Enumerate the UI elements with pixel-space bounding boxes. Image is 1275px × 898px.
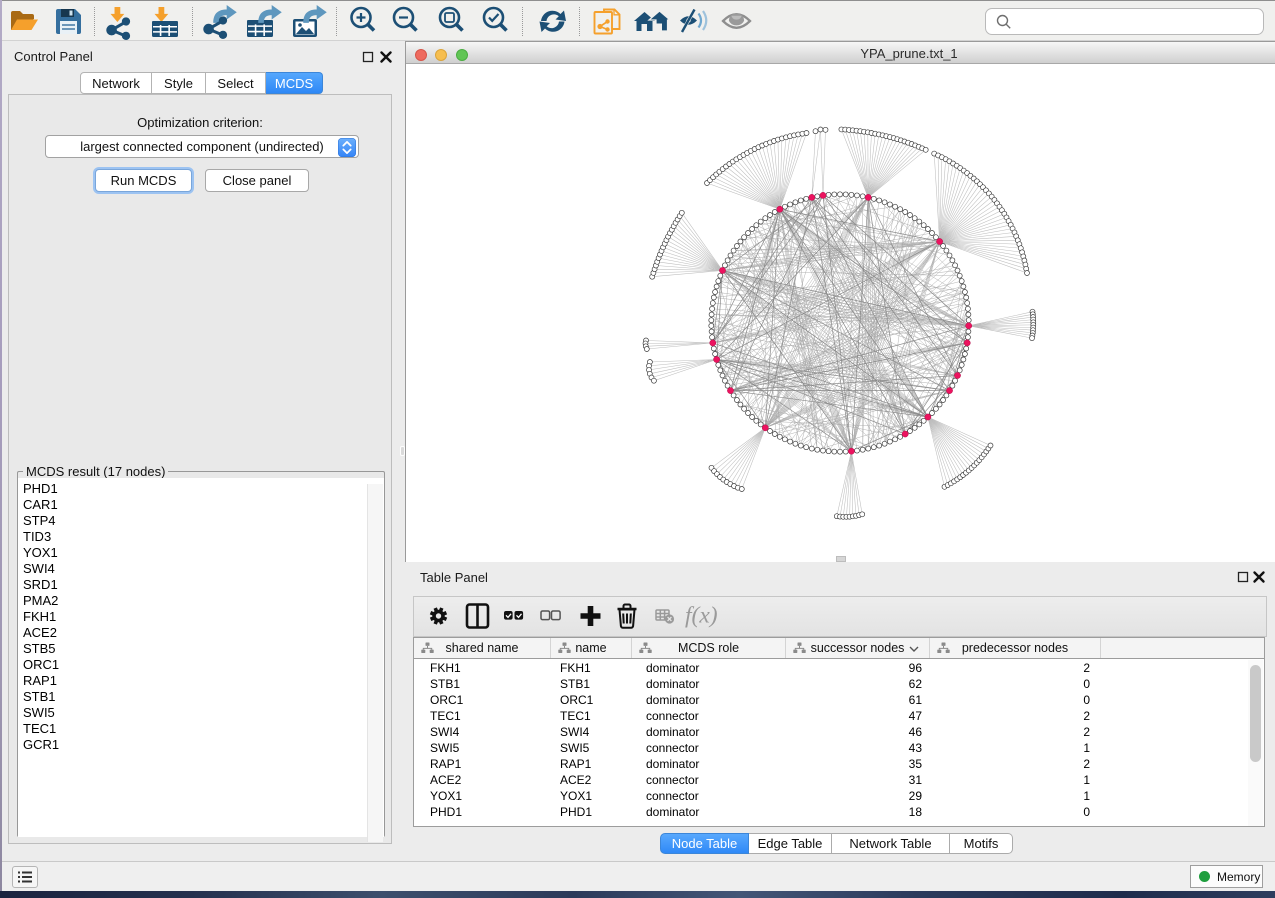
svg-text:f(x): f(x) [685, 603, 718, 629]
